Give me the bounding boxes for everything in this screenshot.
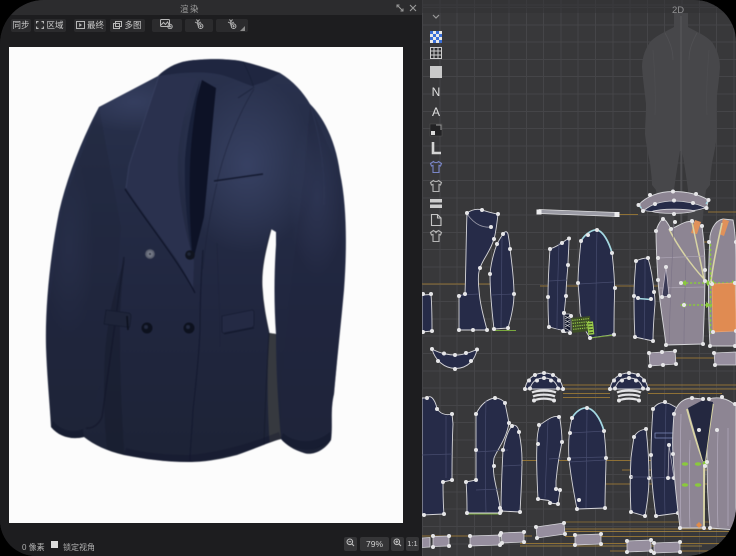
svg-text:A: A: [432, 105, 440, 119]
svg-text:N: N: [432, 85, 441, 99]
